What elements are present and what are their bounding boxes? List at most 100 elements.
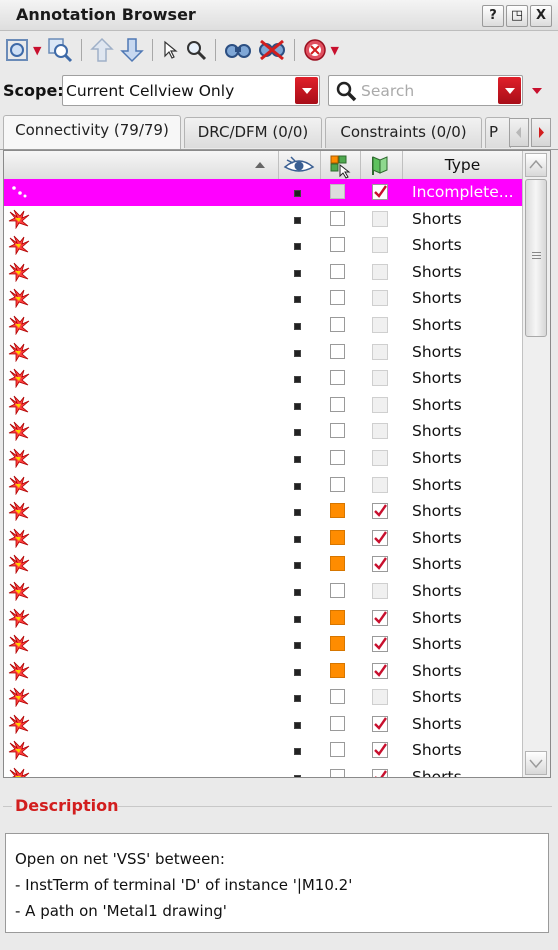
- flag-checkbox[interactable]: [372, 210, 388, 227]
- visibility-marker[interactable]: [294, 775, 301, 777]
- select-checkbox[interactable]: [330, 582, 345, 598]
- visibility-marker[interactable]: [294, 216, 301, 224]
- flag-checkbox[interactable]: [372, 769, 388, 777]
- table-row[interactable]: Shorts: [4, 578, 522, 605]
- zoom-button[interactable]: [185, 35, 207, 65]
- search-dropdown-arrow-icon[interactable]: [498, 77, 521, 104]
- table-row[interactable]: Shorts: [4, 365, 522, 392]
- vertical-scrollbar[interactable]: [522, 151, 550, 777]
- flag-checkbox[interactable]: [372, 609, 388, 626]
- select-checkbox[interactable]: [330, 423, 345, 439]
- flag-checkbox[interactable]: [372, 662, 388, 679]
- flag-checkbox[interactable]: [372, 503, 388, 520]
- flag-checkbox[interactable]: [372, 316, 388, 333]
- flag-checkbox[interactable]: [372, 689, 388, 706]
- scroll-down-button[interactable]: [525, 751, 547, 775]
- tab-drc-dfm[interactable]: DRC/DFM (0/0): [184, 117, 322, 148]
- visibility-marker[interactable]: [294, 455, 301, 463]
- select-checkbox[interactable]: [330, 263, 345, 279]
- flag-checkbox[interactable]: [372, 263, 388, 280]
- tab-more[interactable]: P: [485, 117, 511, 148]
- table-row[interactable]: Shorts: [4, 445, 522, 472]
- flag-checkbox[interactable]: [372, 449, 388, 466]
- select-checkbox[interactable]: [330, 609, 345, 625]
- visibility-marker[interactable]: [294, 668, 301, 676]
- flag-checkbox[interactable]: [372, 636, 388, 653]
- visibility-marker[interactable]: [294, 269, 301, 277]
- table-row[interactable]: Shorts: [4, 259, 522, 286]
- table-row[interactable]: Shorts: [4, 498, 522, 525]
- visibility-marker[interactable]: [294, 535, 301, 543]
- probe-button[interactable]: [224, 35, 252, 65]
- flag-checkbox[interactable]: [372, 742, 388, 759]
- tab-scroll-left-button[interactable]: [509, 118, 529, 147]
- table-row[interactable]: Shorts: [4, 312, 522, 339]
- scrollbar-thumb[interactable]: [525, 179, 547, 337]
- flag-checkbox[interactable]: [372, 556, 388, 573]
- table-row[interactable]: Shorts: [4, 339, 522, 366]
- flag-checkbox[interactable]: [372, 396, 388, 413]
- zoom-fit-button[interactable]: ▼: [4, 35, 41, 65]
- select-button[interactable]: [161, 35, 179, 65]
- table-row[interactable]: Incomplete...: [4, 179, 522, 206]
- visibility-marker[interactable]: [294, 190, 301, 197]
- select-checkbox[interactable]: [330, 636, 345, 652]
- flag-checkbox[interactable]: [372, 715, 388, 732]
- options-caret-icon[interactable]: [532, 88, 542, 94]
- table-row[interactable]: Shorts: [4, 418, 522, 445]
- visibility-marker[interactable]: [294, 296, 301, 304]
- visibility-marker[interactable]: [294, 695, 301, 703]
- scroll-up-button[interactable]: [525, 153, 547, 177]
- select-checkbox[interactable]: [330, 370, 345, 386]
- select-checkbox[interactable]: [330, 529, 345, 545]
- column-header-type[interactable]: Type: [402, 151, 522, 179]
- column-header-marker[interactable]: [4, 151, 278, 179]
- table-row[interactable]: Shorts: [4, 206, 522, 233]
- table-row[interactable]: Shorts: [4, 232, 522, 259]
- scope-dropdown-arrow-icon[interactable]: [295, 77, 318, 104]
- float-button[interactable]: ◳: [506, 5, 528, 27]
- scope-dropdown[interactable]: Current Cellview Only: [62, 75, 320, 106]
- zoom-area-button[interactable]: [47, 35, 73, 65]
- next-button[interactable]: [120, 35, 145, 65]
- visibility-marker[interactable]: [294, 349, 301, 357]
- select-checkbox[interactable]: [330, 769, 345, 777]
- visibility-marker[interactable]: [294, 376, 301, 384]
- select-checkbox[interactable]: [330, 556, 345, 572]
- select-checkbox[interactable]: [330, 290, 345, 306]
- table-row[interactable]: Shorts: [4, 764, 522, 777]
- flag-checkbox[interactable]: [372, 582, 388, 599]
- visibility-marker[interactable]: [294, 588, 301, 596]
- select-checkbox[interactable]: [330, 476, 345, 492]
- remove-probes-button[interactable]: [258, 35, 286, 65]
- tab-connectivity[interactable]: Connectivity (79/79): [3, 115, 181, 149]
- tab-constraints[interactable]: Constraints (0/0): [325, 117, 482, 148]
- visibility-marker[interactable]: [294, 322, 301, 330]
- select-checkbox[interactable]: [330, 742, 345, 758]
- flag-checkbox[interactable]: [372, 237, 388, 254]
- flag-checkbox[interactable]: [372, 529, 388, 546]
- flag-checkbox[interactable]: [372, 290, 388, 307]
- table-row[interactable]: Shorts: [4, 285, 522, 312]
- flag-checkbox[interactable]: [372, 184, 388, 200]
- table-row[interactable]: Shorts: [4, 392, 522, 419]
- table-row[interactable]: Shorts: [4, 711, 522, 738]
- previous-button[interactable]: [90, 35, 115, 65]
- visibility-marker[interactable]: [294, 562, 301, 570]
- visibility-marker[interactable]: [294, 642, 301, 650]
- select-checkbox[interactable]: [330, 316, 345, 332]
- flag-checkbox[interactable]: [372, 476, 388, 493]
- column-header-flag[interactable]: [360, 151, 402, 179]
- visibility-marker[interactable]: [294, 509, 301, 517]
- select-checkbox[interactable]: [330, 237, 345, 253]
- table-row[interactable]: Shorts: [4, 684, 522, 711]
- visibility-marker[interactable]: [294, 748, 301, 756]
- table-row[interactable]: Shorts: [4, 551, 522, 578]
- table-row[interactable]: Shorts: [4, 525, 522, 552]
- visibility-marker[interactable]: [294, 402, 301, 410]
- table-row[interactable]: Shorts: [4, 631, 522, 658]
- visibility-marker[interactable]: [294, 429, 301, 437]
- visibility-marker[interactable]: [294, 615, 301, 623]
- table-row[interactable]: Shorts: [4, 737, 522, 764]
- stop-button[interactable]: ▼: [303, 35, 339, 65]
